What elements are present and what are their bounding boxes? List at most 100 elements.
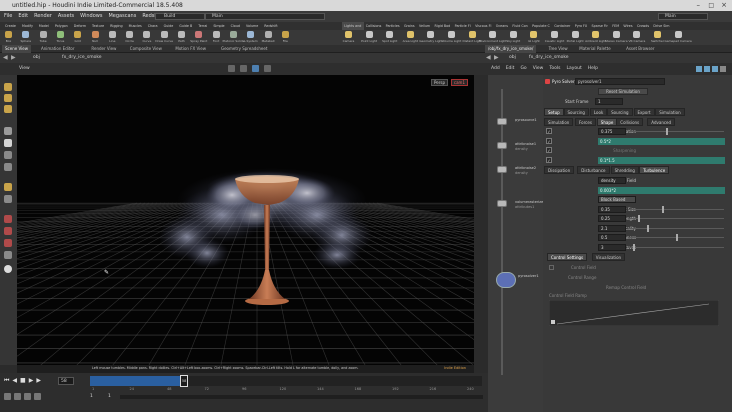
maximize-button[interactable]: □ <box>708 0 714 11</box>
param-value-field[interactable]: density <box>598 177 626 184</box>
scale-tool-icon[interactable] <box>4 127 12 135</box>
current-frame-field[interactable]: 58 <box>58 377 74 385</box>
shelf-tool-box[interactable]: Box <box>3 31 14 43</box>
net-tool-icon[interactable] <box>696 66 702 72</box>
net-tool-icon[interactable] <box>712 66 718 72</box>
magnet-tool-icon[interactable] <box>4 215 12 223</box>
shelf-tool-draw-curve[interactable]: Draw Curve <box>155 31 173 43</box>
pose-tool-icon[interactable] <box>4 151 12 159</box>
param-value-field[interactable]: 0.375 <box>598 128 626 135</box>
shelf-tool-gamepad-camera[interactable]: Gamepad Camera <box>664 31 692 43</box>
network-editor[interactable] <box>488 75 543 412</box>
view-tool-icon[interactable] <box>4 163 12 171</box>
shelf-tool-curve[interactable]: Curve <box>141 31 152 43</box>
param-value-field[interactable]: 2.1 <box>598 224 626 232</box>
param-value-field[interactable]: 0.35 <box>598 205 626 213</box>
shelf-tool-ambient-light[interactable]: Ambient Light <box>585 31 606 43</box>
param-slider[interactable] <box>628 234 724 241</box>
shelf-tool-environment-light[interactable]: Environment Light <box>479 31 507 43</box>
minimize-button[interactable]: – <box>697 0 701 11</box>
network-node[interactable] <box>497 118 507 125</box>
shelf-tool-path[interactable]: Path <box>176 31 187 43</box>
network-path-node[interactable]: fx_dry_ice_smoke <box>529 55 569 60</box>
pane-tab[interactable]: /obj/fx_dry_ice_smoke/ <box>485 45 537 53</box>
param-control-tab[interactable]: Control Settings <box>547 253 588 261</box>
network-menu-help[interactable]: Help <box>588 66 598 71</box>
build-desktop-select[interactable]: Build <box>155 13 205 20</box>
pane-tab[interactable]: Render View <box>88 45 119 53</box>
shelf-tab[interactable]: Grains <box>402 22 417 30</box>
shelf-tool-spray-paint[interactable]: Spray Paint <box>190 31 207 43</box>
param-subtab[interactable]: Advanced <box>647 118 676 126</box>
pin-tool-icon[interactable] <box>4 251 12 259</box>
param-value-field[interactable]: 0.5 <box>598 234 626 241</box>
shelf-tab[interactable]: Polygon <box>52 22 71 30</box>
play-icon[interactable]: ▶ <box>29 377 34 385</box>
param-shape-tab[interactable]: Turbulence <box>639 166 670 174</box>
param-slider[interactable] <box>628 128 724 135</box>
control-field-ramp[interactable] <box>549 300 719 326</box>
network-node[interactable] <box>497 200 507 207</box>
shelf-tab[interactable]: Muscles <box>126 22 145 30</box>
shelf-tab[interactable]: Oceans <box>494 22 511 30</box>
param-toggle-checkbox[interactable]: ✓ <box>546 156 552 163</box>
shelf-tab[interactable]: Container <box>552 22 573 30</box>
fps-icon[interactable] <box>34 393 41 400</box>
param-value-field[interactable]: 0.25 <box>598 215 626 222</box>
shelf-tool-distant-light[interactable]: Distant Light <box>462 31 482 43</box>
shelf-tool-grid[interactable]: Grid <box>72 31 83 43</box>
path-obj[interactable]: obj <box>33 55 40 60</box>
shelf-tab[interactable]: Fluid Con <box>510 22 530 30</box>
param-control-tab[interactable]: Visualization <box>591 253 626 261</box>
forward-arrow-icon[interactable]: ▶ <box>494 54 499 61</box>
pane-tab[interactable]: Geometry Spreadsheet <box>218 45 270 53</box>
shelf-tool-volume-light[interactable]: Volume Light <box>442 31 461 43</box>
network-menu-go[interactable]: Go <box>520 66 526 71</box>
param-tab[interactable]: Sourcing <box>607 108 633 116</box>
param-slider[interactable] <box>628 243 724 251</box>
param-value-field[interactable]: 3 <box>598 243 626 251</box>
param-tab[interactable]: Setup <box>544 108 564 116</box>
shelf-tool-switcher[interactable]: Switcher <box>651 31 664 43</box>
param-slider-thumb[interactable] <box>632 243 635 251</box>
network-node[interactable] <box>497 142 507 149</box>
shelf-tool-sky-light[interactable]: Sky Light <box>506 31 520 43</box>
range-start-field-2[interactable]: 1 <box>108 394 111 399</box>
menu-file[interactable]: File <box>4 11 12 22</box>
shelf-tool-l-system[interactable]: L-System <box>244 31 258 43</box>
pane-tab[interactable]: Animation Editor <box>38 45 78 53</box>
shelf-tab[interactable]: Terrai <box>195 22 210 30</box>
audio-icon[interactable] <box>4 393 11 400</box>
param-expression-field[interactable]: 0.003*2 <box>598 186 725 194</box>
sphere-tool-icon[interactable] <box>4 265 12 273</box>
param-slider-thumb[interactable] <box>676 234 678 241</box>
lasso-tool-icon[interactable] <box>4 227 12 235</box>
shelf-tab[interactable]: Redshift <box>261 22 280 30</box>
node-name-field[interactable]: pyrosolver1 <box>575 78 665 85</box>
param-subtab[interactable]: Shape <box>596 118 618 126</box>
shelf-tab[interactable]: Texture <box>89 22 107 30</box>
shelf-tab[interactable]: Deform <box>71 22 89 30</box>
shelf-tab[interactable]: Wires <box>621 22 635 30</box>
shelf-tool-font[interactable]: Font <box>211 31 222 43</box>
param-tab[interactable]: Look <box>589 108 608 116</box>
view-tool-icon[interactable] <box>240 65 247 72</box>
persp-menu[interactable]: Persp <box>431 79 448 86</box>
shelf-tool-metaball[interactable]: Metaball <box>262 31 274 43</box>
param-slider-thumb[interactable] <box>666 128 669 135</box>
jump-start-icon[interactable]: ⏮ <box>4 377 9 385</box>
path-node[interactable]: fx_dry_ice_smoke <box>62 55 102 60</box>
brush-tool-icon[interactable] <box>4 239 12 247</box>
shelf-tool-point-light[interactable]: Point Light <box>361 31 377 43</box>
net-tool-icon[interactable] <box>720 66 726 72</box>
param-tab[interactable]: Sourcing <box>563 108 589 116</box>
shelf-tool-gi-light[interactable]: GI Light <box>528 31 540 43</box>
shelf-tool-file[interactable]: File <box>280 31 291 43</box>
param-slider[interactable] <box>628 215 724 222</box>
close-button[interactable]: × <box>721 0 727 11</box>
network-menu-tools[interactable]: Tools <box>549 66 560 71</box>
pane-tab[interactable]: Material Palette <box>576 45 613 53</box>
param-slider-thumb[interactable] <box>647 224 650 232</box>
realtime-icon[interactable] <box>14 393 21 400</box>
shelf-tool-line[interactable]: Line <box>107 31 118 43</box>
